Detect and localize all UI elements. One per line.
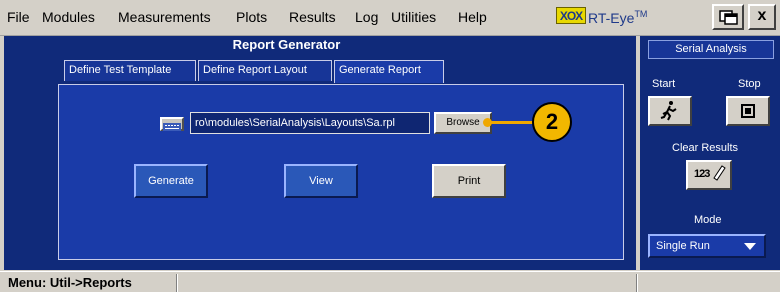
start-button[interactable] — [648, 96, 692, 126]
clear-results-label: Clear Results — [672, 142, 739, 154]
status-divider — [176, 274, 178, 292]
menu-log[interactable]: Log — [355, 9, 378, 25]
stop-label: Stop — [738, 78, 761, 90]
start-label: Start — [652, 78, 676, 90]
clear-results-button[interactable]: 123 — [686, 160, 732, 190]
callout-line — [488, 121, 534, 124]
status-text: Menu: Util->Reports — [8, 275, 132, 290]
running-man-icon — [660, 101, 677, 121]
restore-window-icon — [719, 10, 738, 25]
chevron-down-icon — [744, 243, 756, 250]
status-divider — [636, 274, 638, 292]
callout-number: 2 — [532, 102, 572, 142]
menu-help[interactable]: Help — [458, 9, 487, 25]
stop-icon — [741, 104, 755, 118]
menu-results[interactable]: Results — [289, 9, 336, 25]
status-bar: Menu: Util->Reports — [0, 271, 780, 292]
print-button[interactable]: Print — [432, 164, 506, 198]
tab-define-report-layout[interactable]: Define Report Layout — [198, 60, 332, 81]
menu-file[interactable]: File — [7, 9, 30, 25]
keyboard-icon — [163, 123, 181, 131]
page-title: Report Generator — [232, 37, 341, 52]
serial-analysis-panel: Serial Analysis Start Stop Clear Results… — [640, 36, 780, 270]
tab-generate-report[interactable]: Generate Report — [334, 60, 444, 83]
restore-window-button[interactable] — [712, 4, 744, 30]
view-button[interactable]: View — [284, 164, 358, 198]
side-panel-title: Serial Analysis — [648, 40, 774, 59]
menu-bar: File Modules Measurements Plots Results … — [0, 0, 780, 36]
brand-name: RT-EyeTM — [588, 9, 648, 26]
menu-measurements[interactable]: Measurements — [118, 9, 211, 25]
eraser-icon — [713, 165, 726, 181]
keyboard-button[interactable] — [160, 117, 184, 131]
generate-button[interactable]: Generate — [134, 164, 208, 198]
tab-define-test-template[interactable]: Define Test Template — [64, 60, 196, 81]
close-button[interactable]: x — [748, 4, 776, 30]
mode-select[interactable]: Single Run — [648, 234, 766, 258]
menu-modules[interactable]: Modules — [42, 9, 95, 25]
brand-logo: XOX — [556, 7, 586, 24]
report-generator-panel: Report Generator Define Test Template De… — [4, 36, 636, 270]
mode-label: Mode — [694, 214, 722, 226]
menu-utilities[interactable]: Utilities — [391, 9, 436, 25]
menu-plots[interactable]: Plots — [236, 9, 267, 25]
close-icon: x — [757, 7, 767, 24]
report-path-field[interactable]: ro\modules\SerialAnalysis\Layouts\Sa.rpl — [190, 112, 430, 134]
mode-value: Single Run — [656, 240, 710, 252]
stop-button[interactable] — [726, 96, 770, 126]
